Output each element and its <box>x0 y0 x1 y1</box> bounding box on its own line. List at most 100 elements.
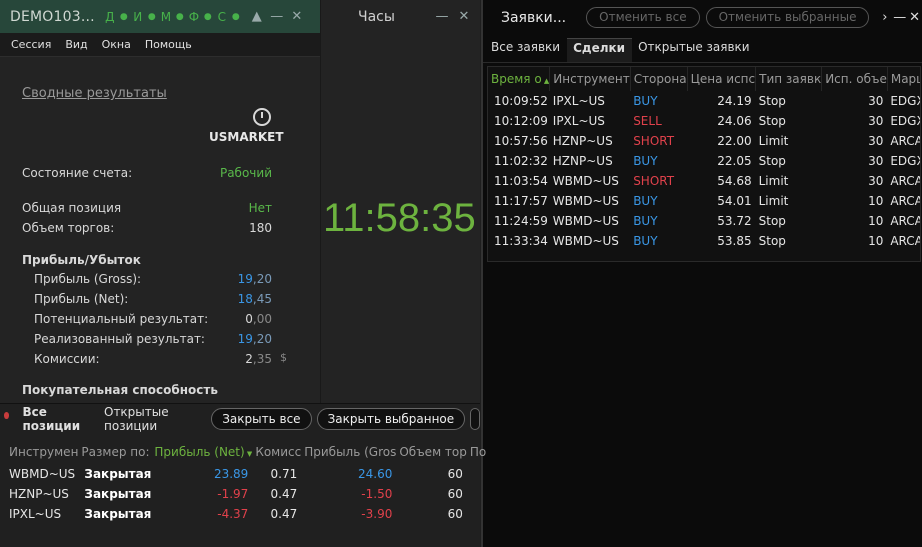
commission-dec: ,35 <box>252 352 272 366</box>
more-button[interactable] <box>470 408 480 430</box>
order-side-cell: BUY <box>633 194 658 208</box>
positions-col-header[interactable]: Объем тор <box>396 440 467 464</box>
tab-open-positions[interactable]: Открытые позиции <box>97 405 206 433</box>
position-commission-cell: 0.47 <box>270 507 298 521</box>
orders-col-header[interactable]: Тип заявк <box>755 67 823 91</box>
positions-col-header[interactable]: Комисс <box>252 440 301 464</box>
summary-results-link[interactable]: Сводные результаты <box>22 86 167 101</box>
buying-power-header: Покупательная способность <box>22 383 218 397</box>
account-window-titlebar[interactable]: DEMO103... Д ● И ● М ● Ф ● С ● ▲ — ✕ <box>0 0 320 33</box>
table-row[interactable]: 11:24:59 WBMD~US BUY 53.72 Stop 10 ARCA <box>488 211 920 231</box>
order-type-cell: Stop <box>758 114 786 128</box>
orders-col-header[interactable]: Исп. объе <box>821 67 888 91</box>
s-icon[interactable]: С <box>217 10 227 24</box>
table-row[interactable]: HZNP~US Закрытая -1.97 0.47 -1.50 60 <box>6 484 486 504</box>
position-symbol-cell: HZNP~US <box>9 487 69 501</box>
dot-icon: ● <box>231 11 240 22</box>
orders-window-titlebar[interactable]: Заявки... Отменить все Отменить выбранны… <box>483 0 922 35</box>
minimize-icon[interactable]: — <box>267 9 287 24</box>
potential-label: Потенциальный результат: <box>34 312 209 326</box>
table-row[interactable]: 11:02:32 HZNP~US BUY 22.05 Stop 30 EDGX <box>488 151 920 171</box>
order-time-cell: 11:03:54 <box>494 174 548 188</box>
cancel-selected-button[interactable]: Отменить выбранные <box>705 7 870 28</box>
position-symbol-cell: IPXL~US <box>9 507 62 521</box>
net-label: Прибыль (Net): <box>34 292 129 306</box>
positions-col-header[interactable]: Размер по: <box>78 440 151 464</box>
order-symbol-cell: HZNP~US <box>552 154 613 168</box>
clock-icon[interactable] <box>253 108 271 126</box>
tab-all-orders[interactable]: Все заявки <box>485 38 567 62</box>
position-volume-cell: 60 <box>447 487 463 501</box>
table-row[interactable]: 11:17:57 WBMD~US BUY 54.01 Limit 10 ARCA <box>488 191 921 211</box>
close-icon[interactable]: ✕ <box>454 9 474 24</box>
menu-windows[interactable]: Окна <box>95 38 138 51</box>
order-type-cell: Stop <box>758 234 786 248</box>
order-qty-cell: 10 <box>868 234 884 248</box>
orders-col-header[interactable]: Сторона <box>630 67 688 91</box>
order-price-cell: 22.00 <box>717 134 752 148</box>
position-empty-cell <box>467 484 486 504</box>
gross-int: 19 <box>237 272 253 286</box>
positions-col-header[interactable]: По <box>467 440 486 464</box>
close-all-button[interactable]: Закрыть все <box>211 408 312 430</box>
table-row[interactable]: 10:57:56 HZNP~US SHORT 22.00 Limit 30 ARCA <box>488 131 920 151</box>
tab-open-orders[interactable]: Открытые заявки <box>632 38 757 62</box>
order-type-cell: Stop <box>758 94 786 108</box>
table-row[interactable]: 11:33:34 WBMD~US BUY 53.85 Stop 10 ARCA <box>488 231 920 251</box>
order-price-cell: 24.19 <box>717 94 752 108</box>
table-row[interactable]: 11:03:54 WBMD~US SHORT 54.68 Limit 30 ARCA <box>488 171 920 191</box>
m-icon[interactable]: М <box>161 10 171 24</box>
table-row[interactable]: 10:12:09 IPXL~US SELL 24.06 Stop 30 EDGX <box>488 111 920 131</box>
table-row[interactable]: IPXL~US Закрытая -4.37 0.47 -3.90 60 <box>6 504 486 524</box>
table-row[interactable]: WBMD~US Закрытая 23.89 0.71 24.60 60 <box>6 464 486 484</box>
positions-col-header[interactable]: Инструмен <box>6 440 78 464</box>
order-qty-cell: 30 <box>868 154 884 168</box>
close-selected-button[interactable]: Закрыть выбранное <box>316 408 466 430</box>
f-icon[interactable]: Ф <box>189 10 199 24</box>
orders-col-header[interactable]: Инструмент <box>549 67 631 91</box>
gross-value: 19,20 <box>238 272 272 286</box>
tab-trades[interactable]: Сделки <box>567 38 633 62</box>
order-route-cell: EDGX <box>890 154 920 168</box>
order-symbol-cell: HZNP~US <box>552 134 613 148</box>
menu-help[interactable]: Помощь <box>138 38 199 51</box>
realized-int: 19 <box>237 332 253 346</box>
close-icon[interactable]: ✕ <box>907 10 922 25</box>
orders-tabs: Все заявки Сделки Открытые заявки <box>483 35 922 63</box>
menu-session[interactable]: Сессия <box>4 38 58 51</box>
i-icon[interactable]: И <box>133 10 143 24</box>
minimize-icon[interactable]: — <box>892 10 907 25</box>
table-row[interactable]: 10:09:52 IPXL~US BUY 24.19 Stop 30 EDGX <box>488 91 920 111</box>
commission-int: 2 <box>245 352 253 366</box>
order-price-cell: 53.72 <box>717 214 752 228</box>
order-side-cell: BUY <box>633 154 658 168</box>
potential-value: 0,00 <box>245 312 272 326</box>
title-icons: Д ● И ● М ● Ф ● С ● <box>105 10 241 24</box>
positions-window: Все позиции Открытые позиции Закрыть все… <box>0 403 486 547</box>
commission-value: 2,35 <box>245 352 272 366</box>
close-icon[interactable]: ✕ <box>287 9 307 24</box>
d-icon[interactable]: Д <box>105 10 115 24</box>
order-side-cell: BUY <box>633 94 658 108</box>
realized-dec: ,20 <box>252 332 272 346</box>
order-side-cell: SHORT <box>633 134 675 148</box>
positions-col-header[interactable]: Прибыль (Gros <box>301 440 396 464</box>
orders-col-header[interactable]: Маршр <box>887 67 920 91</box>
clock-window: Часы — ✕ 11:58:35 <box>320 0 480 403</box>
collapse-icon[interactable]: ▲ <box>247 9 267 24</box>
order-symbol-cell: WBMD~US <box>552 234 619 248</box>
account-state-label: Состояние счета: <box>22 166 133 180</box>
minimize-icon[interactable]: — <box>432 9 452 24</box>
cancel-all-button[interactable]: Отменить все <box>586 7 700 28</box>
order-route-cell: ARCA <box>890 194 921 208</box>
menu-view[interactable]: Вид <box>58 38 94 51</box>
positions-col-header[interactable]: Прибыль (Net) ▼ <box>151 440 252 464</box>
tab-all-positions[interactable]: Все позиции <box>15 405 97 433</box>
sort-desc-icon: ▼ <box>244 450 253 458</box>
clock-window-titlebar[interactable]: Часы — ✕ <box>321 0 480 33</box>
order-price-cell: 22.05 <box>717 154 752 168</box>
orders-col-header[interactable]: Цена испс <box>687 67 757 91</box>
order-symbol-cell: IPXL~US <box>552 114 605 128</box>
chevron-right-icon[interactable]: › <box>877 10 892 25</box>
orders-col-header[interactable]: Время о ▲ <box>488 67 551 91</box>
